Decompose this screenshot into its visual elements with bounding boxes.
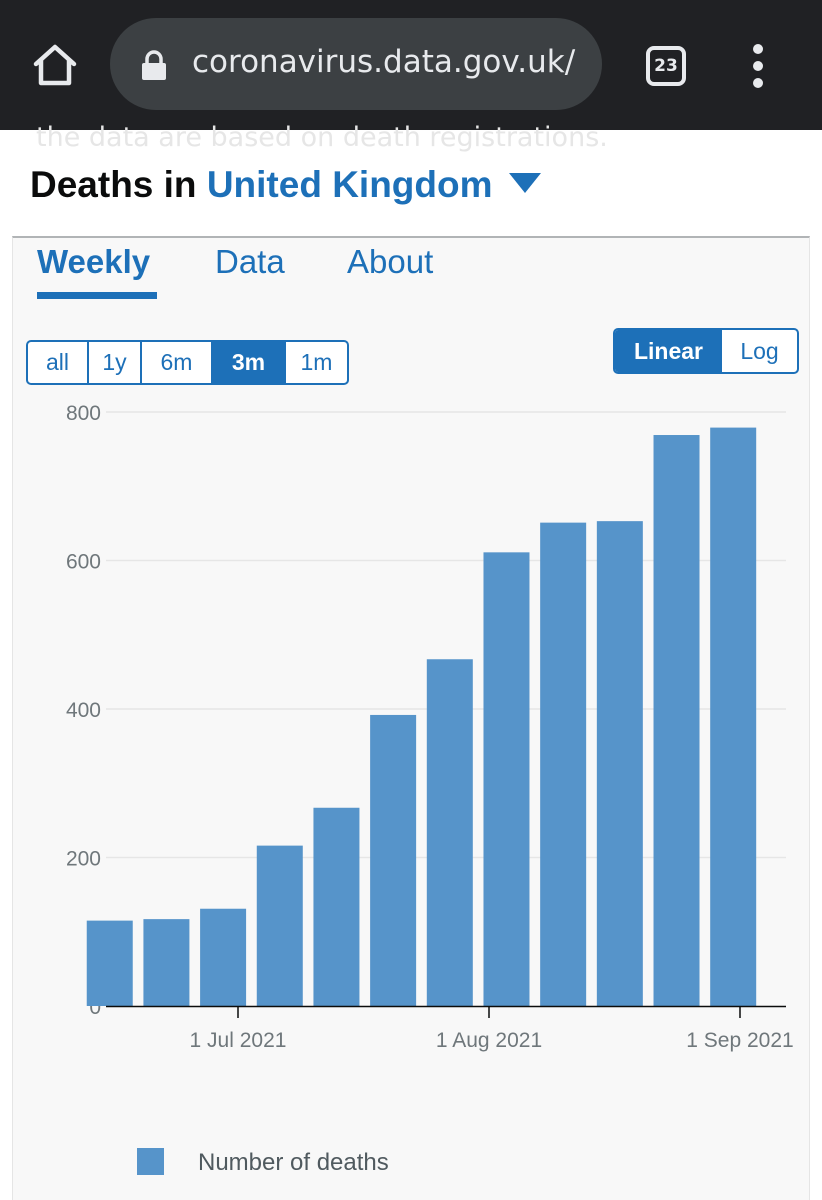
bar[interactable] — [483, 552, 530, 1006]
x-tick-label: 1 Aug 2021 — [436, 1029, 542, 1052]
y-tick-label: 400 — [66, 699, 101, 722]
bar[interactable] — [370, 714, 417, 1006]
x-tick-label: 1 Sep 2021 — [686, 1029, 793, 1052]
deaths-bar-chart: 02004006008001 Jul 2021 1 Aug 2021 1 Sep 2… — [66, 402, 794, 1052]
bar[interactable] — [653, 435, 700, 1007]
bar[interactable] — [143, 919, 190, 1006]
bar[interactable] — [710, 427, 757, 1006]
y-tick-label: 800 — [66, 402, 101, 425]
bar[interactable] — [426, 659, 473, 1006]
bar[interactable] — [596, 521, 643, 1006]
bar[interactable] — [86, 920, 133, 1006]
bar[interactable] — [256, 845, 303, 1006]
bar[interactable] — [313, 807, 360, 1006]
legend-label: Number of deaths — [198, 1149, 389, 1176]
y-tick-label: 200 — [66, 848, 101, 871]
bar[interactable] — [200, 908, 247, 1006]
x-tick-label: 1 Jul 2021 — [190, 1029, 287, 1052]
y-tick-label: 600 — [66, 551, 101, 574]
legend-swatch — [137, 1148, 164, 1175]
bar[interactable] — [540, 522, 587, 1006]
